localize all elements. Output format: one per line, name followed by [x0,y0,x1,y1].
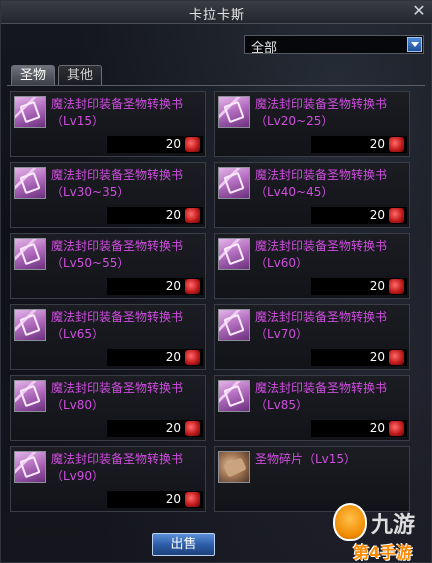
item-price: 20 [369,137,385,151]
currency-icon [389,279,404,294]
shop-item-card[interactable]: 魔法封印装备圣物转换书（Lv70） 20 [214,304,410,370]
window-title: 卡拉卡斯 [188,8,245,23]
item-name: 魔法封印装备圣物转换书（Lv30~35） [51,168,184,199]
chevron-down-icon[interactable] [407,37,422,52]
price-box: 20 [311,207,407,224]
currency-icon [185,492,200,507]
shop-item-card[interactable]: 魔法封印装备圣物转换书（Lv90） 20 [10,446,206,512]
sell-button[interactable]: 出售 [152,533,215,556]
scroll-icon [14,380,46,412]
category-filter-value: 全部 [251,41,278,56]
fragment-icon [218,451,250,483]
watermark-subtext: 第4手游 [353,543,413,562]
shop-item-card[interactable]: 魔法封印装备圣物转换书（Lv15） 20 [10,91,206,157]
currency-icon [185,421,200,436]
mascot-logo-icon [333,503,367,541]
price-box: 20 [311,420,407,437]
item-name: 圣物碎片（Lv15） [255,452,357,466]
title-bar[interactable]: 卡拉卡斯 ✕ [1,1,432,24]
item-price: 20 [369,421,385,435]
scroll-icon [14,451,46,483]
currency-icon [389,421,404,436]
category-filter-select[interactable]: 全部 [244,35,424,56]
shop-window: 卡拉卡斯 ✕ 全部 圣物 其他 魔法封印装备圣物转换书（Lv15） 20 魔法封印装… [0,0,432,563]
price-box: 20 [107,207,203,224]
item-price: 20 [369,350,385,364]
currency-icon [185,137,200,152]
currency-icon [185,350,200,365]
shop-item-card[interactable]: 魔法封印装备圣物转换书（Lv80） 20 [10,375,206,441]
item-name: 魔法封印装备圣物转换书（Lv40~45） [255,168,388,199]
shop-item-card[interactable]: 魔法封印装备圣物转换书（Lv20~25） 20 [214,91,410,157]
scroll-icon [14,238,46,270]
price-box: 20 [107,278,203,295]
item-price: 20 [165,137,181,151]
price-box: 20 [107,491,203,508]
scroll-icon [14,96,46,128]
item-name: 魔法封印装备圣物转换书（Lv50~55） [51,239,184,270]
close-icon[interactable]: ✕ [411,3,427,19]
site-watermark: 九游 第4手游 [333,501,429,562]
item-name: 魔法封印装备圣物转换书（Lv85） [255,381,388,412]
tab-relics[interactable]: 圣物 [11,65,55,85]
scroll-icon [14,167,46,199]
scroll-icon [218,167,250,199]
item-name: 魔法封印装备圣物转换书（Lv80） [51,381,184,412]
shop-item-card[interactable]: 魔法封印装备圣物转换书（Lv30~35） 20 [10,162,206,228]
item-name: 魔法封印装备圣物转换书（Lv70） [255,310,388,341]
currency-icon [389,350,404,365]
price-box: 20 [311,136,407,153]
item-price: 20 [165,492,181,506]
scroll-icon [218,96,250,128]
item-price: 20 [165,421,181,435]
currency-icon [185,279,200,294]
watermark-text: 九游 [371,513,416,538]
shop-item-card[interactable]: 魔法封印装备圣物转换书（Lv40~45） 20 [214,162,410,228]
item-name: 魔法封印装备圣物转换书（Lv65） [51,310,184,341]
price-box: 20 [107,136,203,153]
item-price: 20 [165,208,181,222]
currency-icon [389,137,404,152]
item-price: 20 [369,208,385,222]
shop-item-card[interactable]: 魔法封印装备圣物转换书（Lv65） 20 [10,304,206,370]
price-box: 20 [311,278,407,295]
price-box: 20 [107,420,203,437]
tab-other[interactable]: 其他 [58,65,102,85]
shop-item-card[interactable]: 魔法封印装备圣物转换书（Lv50~55） 20 [10,233,206,299]
currency-icon [185,208,200,223]
currency-icon [389,208,404,223]
item-price: 20 [165,350,181,364]
item-price: 20 [369,279,385,293]
scroll-icon [218,238,250,270]
item-name: 魔法封印装备圣物转换书（Lv15） [51,97,184,128]
price-box: 20 [107,349,203,366]
scroll-icon [14,309,46,341]
scroll-icon [218,309,250,341]
tab-divider [7,85,425,86]
item-name: 魔法封印装备圣物转换书（Lv20~25） [255,97,388,128]
item-name: 魔法封印装备圣物转换书（Lv90） [51,452,184,483]
shop-item-card[interactable]: 魔法封印装备圣物转换书（Lv60） 20 [214,233,410,299]
scroll-icon [218,380,250,412]
item-name: 魔法封印装备圣物转换书（Lv60） [255,239,388,270]
item-price: 20 [165,279,181,293]
shop-item-card[interactable]: 魔法封印装备圣物转换书（Lv85） 20 [214,375,410,441]
price-box: 20 [311,349,407,366]
